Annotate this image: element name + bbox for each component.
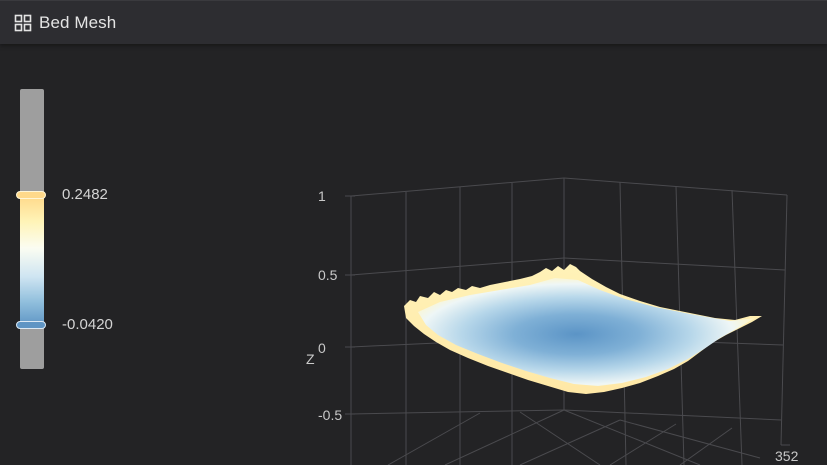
z-tick-label: 1 [318, 188, 326, 204]
axis-corner-tick: 352 [775, 448, 799, 464]
bed-mesh-panel: Bed Mesh 0.2482 -0.0420 1 0.5 0 -0.5 Z 3… [0, 0, 827, 465]
z-tick-label: -0.5 [318, 407, 342, 423]
z-tick-label: 0 [318, 340, 326, 356]
mesh-surface [404, 264, 762, 394]
z-axis: 1 0.5 0 -0.5 Z [306, 188, 342, 423]
z-axis-title: Z [306, 351, 315, 367]
z-tick-label: 0.5 [318, 267, 338, 283]
mesh-3d-plot[interactable]: 1 0.5 0 -0.5 Z 352 [0, 0, 827, 465]
